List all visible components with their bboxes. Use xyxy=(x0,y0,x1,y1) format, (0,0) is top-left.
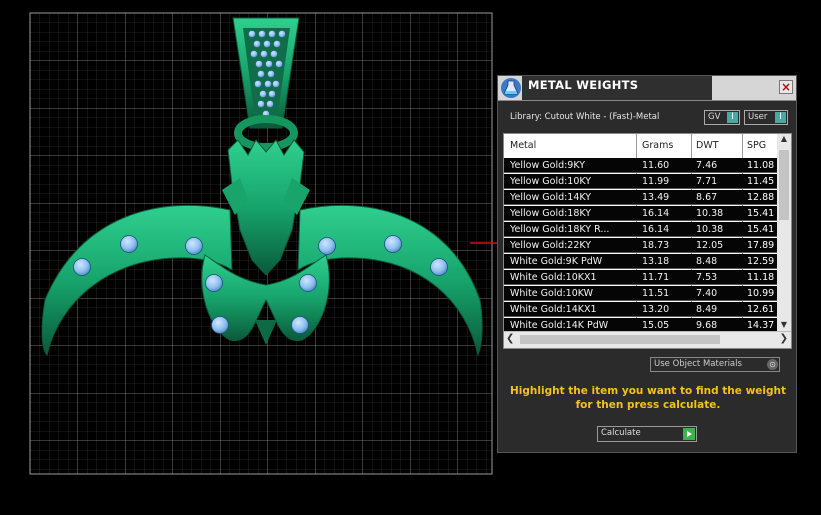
calculate-label: Calculate xyxy=(601,428,641,438)
panel-header[interactable]: METAL WEIGHTS × xyxy=(498,76,796,101)
metal-cell: White Gold:14K PdW xyxy=(510,320,609,331)
grams-cell: 13.49 xyxy=(642,192,670,203)
grams-cell: 11.60 xyxy=(642,160,670,171)
spg-cell: 15.41 xyxy=(747,224,775,235)
metal-cell: White Gold:10KX1 xyxy=(510,272,597,283)
library-label: Library: Cutout White - (Fast)-Metal xyxy=(510,112,660,122)
grams-cell: 11.71 xyxy=(642,272,670,283)
flask-logo-icon xyxy=(501,78,521,98)
grams-cell: 13.18 xyxy=(642,256,670,267)
column-header-dwt[interactable]: DWT xyxy=(696,140,719,151)
column-header-spg[interactable]: SPG xyxy=(747,140,766,151)
metal-cell: Yellow Gold:22KY xyxy=(510,240,592,251)
horizontal-scrollbar[interactable]: ❮ ❯ xyxy=(504,331,791,348)
scroll-left-icon[interactable]: ❮ xyxy=(506,333,514,344)
dwt-cell: 8.67 xyxy=(696,192,718,203)
spg-cell: 12.59 xyxy=(747,256,775,267)
dwt-cell: 9.68 xyxy=(696,320,718,331)
vertical-scrollbar[interactable]: ▲ ▼ xyxy=(777,134,791,332)
dwt-cell: 8.49 xyxy=(696,304,718,315)
scroll-up-icon[interactable]: ▲ xyxy=(777,134,791,146)
grams-cell: 11.99 xyxy=(642,176,670,187)
spg-cell: 11.45 xyxy=(747,176,775,187)
spg-cell: 11.08 xyxy=(747,160,775,171)
metal-cell: Yellow Gold:9KY xyxy=(510,160,586,171)
spg-cell: 15.41 xyxy=(747,208,775,219)
grams-cell: 16.14 xyxy=(642,224,670,235)
table-row[interactable]: White Gold:10KW 11.51 7.40 10.99 xyxy=(504,286,778,301)
metal-table[interactable]: Metal Grams DWT SPG Yellow Gold:9KY 11.60… xyxy=(503,133,792,349)
instruction-text: Highlight the item you want to find the … xyxy=(510,385,786,411)
metal-cell: Yellow Gold:10KY xyxy=(510,176,592,187)
column-header-metal[interactable]: Metal xyxy=(510,140,536,151)
grams-cell: 13.20 xyxy=(642,304,670,315)
scroll-thumb[interactable] xyxy=(779,150,789,220)
dwt-cell: 7.46 xyxy=(696,160,718,171)
table-row[interactable]: Yellow Gold:18KY 16.14 10.38 15.41 xyxy=(504,206,778,221)
user-toggle-button[interactable]: User I xyxy=(744,110,788,125)
table-row[interactable]: White Gold:9K PdW 13.18 8.48 12.59 xyxy=(504,254,778,269)
metal-weights-panel: METAL WEIGHTS × Library: Cutout White - … xyxy=(497,75,797,453)
spg-cell: 10.99 xyxy=(747,288,775,299)
user-label: User xyxy=(748,112,768,122)
metal-cell: Yellow Gold:18KY xyxy=(510,208,592,219)
close-button[interactable]: × xyxy=(779,80,793,94)
metal-cell: White Gold:14KX1 xyxy=(510,304,597,315)
dwt-cell: 10.38 xyxy=(696,224,724,235)
dwt-cell: 7.53 xyxy=(696,272,718,283)
spg-cell: 11.18 xyxy=(747,272,775,283)
metal-cell: White Gold:9K PdW xyxy=(510,256,603,267)
metal-cell: Yellow Gold:14KY xyxy=(510,192,592,203)
table-row[interactable]: Yellow Gold:10KY 11.99 7.71 11.45 xyxy=(504,174,778,189)
grams-cell: 16.14 xyxy=(642,208,670,219)
dwt-cell: 10.38 xyxy=(696,208,724,219)
table-header: Metal Grams DWT SPG xyxy=(504,134,778,158)
use-object-materials-label: Use Object Materials xyxy=(654,359,742,369)
toggle-switch-icon: I xyxy=(775,112,786,123)
calculate-button[interactable]: Calculate xyxy=(597,426,697,442)
gv-label: GV xyxy=(708,112,721,122)
spg-cell: 14.37 xyxy=(747,320,775,331)
panel-title: METAL WEIGHTS xyxy=(528,78,639,92)
gv-toggle-button[interactable]: GV I xyxy=(704,110,740,125)
spg-cell: 17.89 xyxy=(747,240,775,251)
metal-cell: White Gold:10KW xyxy=(510,288,594,299)
scroll-right-icon[interactable]: ❯ xyxy=(780,333,788,344)
metal-cell: Yellow Gold:18KY R... xyxy=(510,224,610,235)
spg-cell: 12.61 xyxy=(747,304,775,315)
table-row[interactable]: White Gold:10KX1 11.71 7.53 11.18 xyxy=(504,270,778,285)
dwt-cell: 7.71 xyxy=(696,176,718,187)
table-row[interactable]: Yellow Gold:22KY 18.73 12.05 17.89 xyxy=(504,238,778,253)
use-object-materials-button[interactable]: Use Object Materials ⊙ xyxy=(650,357,780,372)
table-row[interactable]: Yellow Gold:18KY R... 16.14 10.38 15.41 xyxy=(504,222,778,237)
table-row[interactable]: White Gold:14KX1 13.20 8.49 12.61 xyxy=(504,302,778,317)
table-row[interactable]: Yellow Gold:14KY 13.49 8.67 12.88 xyxy=(504,190,778,205)
table-row[interactable]: Yellow Gold:9KY 11.60 7.46 11.08 xyxy=(504,158,778,173)
grams-cell: 18.73 xyxy=(642,240,670,251)
toggle-switch-icon: I xyxy=(727,112,738,123)
spg-cell: 12.88 xyxy=(747,192,775,203)
dwt-cell: 7.40 xyxy=(696,288,718,299)
options-icon: ⊙ xyxy=(767,359,778,370)
grams-cell: 11.51 xyxy=(642,288,670,299)
dwt-cell: 12.05 xyxy=(696,240,724,251)
scroll-thumb[interactable] xyxy=(520,335,720,344)
dwt-cell: 8.48 xyxy=(696,256,718,267)
column-header-grams[interactable]: Grams xyxy=(642,140,673,151)
grams-cell: 15.05 xyxy=(642,320,670,331)
play-icon xyxy=(683,428,695,440)
